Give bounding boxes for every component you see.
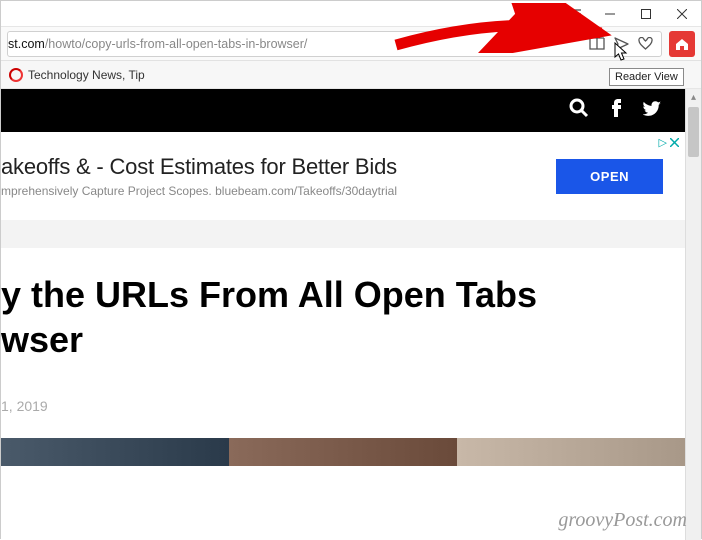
scrollbar-thumb[interactable]	[688, 107, 699, 157]
heart-icon[interactable]	[638, 37, 653, 51]
minimize-button[interactable]	[593, 2, 627, 26]
twitter-icon[interactable]	[643, 101, 661, 121]
article-date: 1, 2019	[1, 398, 685, 414]
site-header	[1, 89, 685, 132]
bookmark-item[interactable]: Technology News, Tip	[9, 68, 145, 82]
search-icon[interactable]	[569, 98, 589, 123]
ad-open-button[interactable]: OPEN	[556, 159, 663, 194]
ad-banner: akeoffs & - Cost Estimates for Better Bi…	[1, 132, 685, 220]
vertical-scrollbar[interactable]: ▴	[685, 89, 701, 540]
adchoices-icon: ▷	[659, 136, 667, 149]
hero-image	[1, 438, 685, 466]
url-host: st.com	[8, 37, 45, 51]
article-title: y the URLs From All Open Tabs wser	[1, 272, 685, 362]
home-button[interactable]	[669, 31, 695, 57]
webpage: akeoffs & - Cost Estimates for Better Bi…	[1, 89, 685, 540]
spacer	[1, 220, 685, 248]
send-icon[interactable]	[614, 37, 629, 51]
ad-title: akeoffs & - Cost Estimates for Better Bi…	[1, 154, 556, 180]
toolbar: st.com/howto/copy-urls-from-all-open-tab…	[1, 27, 701, 61]
window-titlebar	[1, 1, 701, 27]
tooltip: Reader View	[609, 68, 684, 86]
bookmarks-bar: Technology News, Tip	[1, 61, 701, 89]
article: y the URLs From All Open Tabs wser 1, 20…	[1, 248, 685, 466]
ad-subtitle: mprehensively Capture Project Scopes. bl…	[1, 184, 556, 198]
content-area: akeoffs & - Cost Estimates for Better Bi…	[1, 89, 701, 540]
favicon-icon	[9, 68, 23, 82]
address-bar[interactable]: st.com/howto/copy-urls-from-all-open-tab…	[7, 31, 662, 57]
close-button[interactable]	[665, 2, 699, 26]
maximize-button[interactable]	[629, 2, 663, 26]
ad-choices[interactable]: ▷	[659, 136, 679, 149]
scroll-up-arrow[interactable]: ▴	[686, 89, 701, 105]
bookmark-label: Technology News, Tip	[28, 68, 145, 82]
address-bar-actions	[589, 37, 655, 51]
sidebar-toggle-button[interactable]	[557, 2, 591, 26]
reader-view-icon[interactable]	[589, 37, 605, 51]
watermark: groovyPost.com	[558, 509, 687, 532]
facebook-icon[interactable]	[611, 99, 621, 122]
url-path: /howto/copy-urls-from-all-open-tabs-in-b…	[45, 37, 308, 51]
